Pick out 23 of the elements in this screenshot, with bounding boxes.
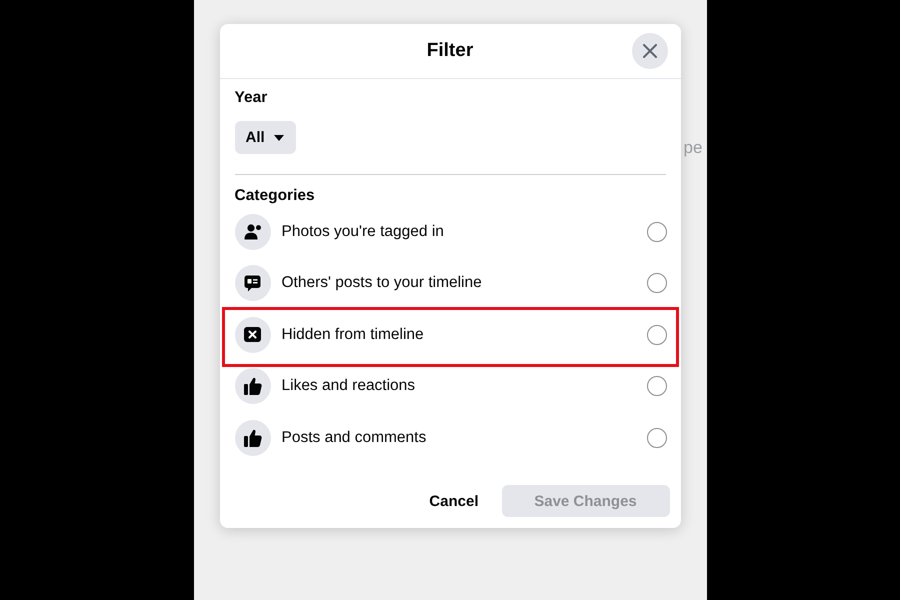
year-label: Year <box>234 88 268 108</box>
person-icon <box>234 214 270 250</box>
radio-button[interactable] <box>646 222 666 242</box>
cancel-button[interactable]: Cancel <box>417 485 490 517</box>
thumbs-up-icon <box>234 368 270 404</box>
background-text: pe <box>684 138 702 158</box>
category-label: Hidden from timeline <box>282 326 424 344</box>
category-label: Posts and comments <box>282 428 426 447</box>
close-icon <box>642 44 656 58</box>
radio-button[interactable] <box>646 428 666 448</box>
close-button[interactable] <box>632 33 668 69</box>
radio-button[interactable] <box>646 376 666 396</box>
dialog-title: Filter <box>426 39 474 63</box>
categories-label: Categories <box>234 186 316 206</box>
category-label: Likes and reactions <box>282 377 416 396</box>
thumbs-up-icon <box>234 420 270 456</box>
speech-bubble-icon <box>234 265 270 302</box>
caret-icon <box>274 134 284 140</box>
radio-button[interactable] <box>646 273 666 294</box>
category-label: Photos you're tagged in <box>282 222 444 241</box>
radio-button[interactable] <box>646 324 666 345</box>
category-label: Others' posts to your timeline <box>282 274 482 292</box>
year-dropdown[interactable]: All <box>234 121 296 154</box>
